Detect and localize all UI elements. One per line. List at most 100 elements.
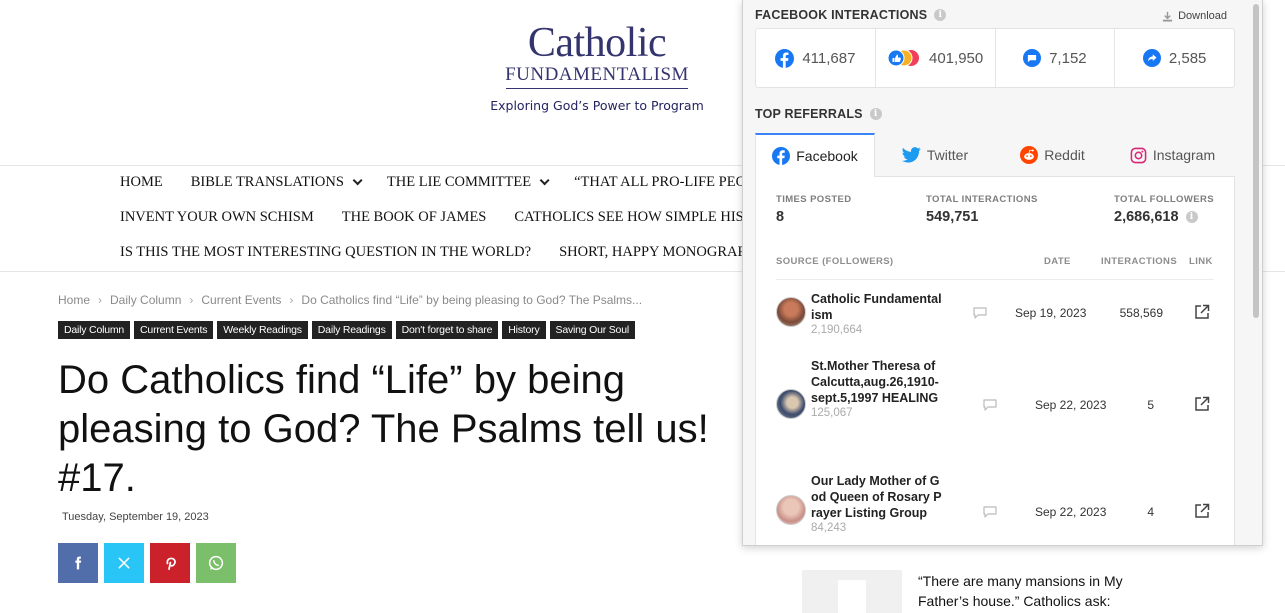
tab-facebook[interactable]: Facebook xyxy=(755,133,875,177)
nav-item-short-monograph[interactable]: SHORT, HAPPY MONOGRAP xyxy=(559,244,745,261)
tag-current-events[interactable]: Current Events xyxy=(134,321,214,339)
breadcrumb-daily-column[interactable]: Daily Column xyxy=(110,293,181,307)
comment-bubble-icon xyxy=(983,506,997,518)
nav-item-interesting-question[interactable]: IS THIS THE MOST INTERESTING QUESTION IN… xyxy=(120,244,531,261)
logo-rule xyxy=(506,88,688,89)
comment-icon xyxy=(1023,49,1042,67)
source-followers: 2,190,664 xyxy=(811,324,863,336)
avatar xyxy=(776,495,806,525)
nav-item-pro-life[interactable]: “THAT ALL PRO-LIFE PEO xyxy=(574,174,746,191)
tab-instagram[interactable]: Instagram xyxy=(1110,133,1235,177)
info-icon[interactable]: i xyxy=(934,9,947,21)
external-link-icon[interactable] xyxy=(1194,304,1210,320)
breadcrumb-separator: › xyxy=(289,293,294,307)
nav-item-label: INVENT YOUR OWN SCHISM xyxy=(120,209,314,225)
category-tags: Daily Column Current Events Weekly Readi… xyxy=(58,321,639,339)
nav-item-label: “THAT ALL PRO-LIFE PEO xyxy=(574,174,747,190)
source-name-text: St.Mother Theresa of Calcutta,aug.26,191… xyxy=(811,359,939,405)
instagram-icon xyxy=(1130,147,1147,163)
site-tagline: Exploring God’s Power to Program xyxy=(490,98,704,113)
reactions-count: 401,950 xyxy=(876,29,996,87)
nav-item-label: CATHOLICS SEE HOW SIMPLE HIST xyxy=(514,209,753,225)
tab-reddit[interactable]: Reddit xyxy=(995,133,1110,177)
source-followers: 84,243 xyxy=(811,522,847,534)
reddit-icon xyxy=(1020,146,1039,164)
stat-value: 549,751 xyxy=(926,209,979,225)
tag-weekly-readings[interactable]: Weekly Readings xyxy=(217,321,308,339)
tag-history[interactable]: History xyxy=(502,321,546,339)
tag-daily-column[interactable]: Daily Column xyxy=(58,321,131,339)
interaction-count: 5 xyxy=(1147,398,1154,412)
info-icon[interactable]: i xyxy=(1185,211,1198,223)
download-label: Download xyxy=(1178,10,1227,22)
tab-label: Twitter xyxy=(926,147,969,163)
source-name-text: Catholic Fundamentalism xyxy=(811,292,942,322)
nav-item-lie-committee[interactable]: THE LIE COMMITTEE xyxy=(386,174,550,191)
source-name[interactable]: St.Mother Theresa of Calcutta,aug.26,191… xyxy=(811,358,944,421)
nav-item-label: THE LIE COMMITTEE xyxy=(386,174,532,190)
nav-item-label: BIBLE TRANSLATIONS xyxy=(190,174,344,190)
article-title: Do Catholics find “Life” by being pleasi… xyxy=(58,358,709,500)
total-followers-value: 2,686,618 xyxy=(1114,209,1179,225)
site-logo[interactable]: Catholic FUNDAMENTALISM Exploring God’s … xyxy=(487,22,707,113)
facebook-interactions-heading: FACEBOOK INTERACTIONS i xyxy=(755,8,947,22)
main-nav-row-2: INVENT YOUR OWN SCHISM THE BOOK OF JAMES… xyxy=(120,209,781,226)
tag-saving-our-soul[interactable]: Saving Our Soul xyxy=(549,321,635,339)
breadcrumb: Home › Daily Column › Current Events › Do C… xyxy=(58,293,642,307)
nav-item-bible-translations[interactable]: BIBLE TRANSLATIONS xyxy=(190,174,363,191)
interaction-count: 4 xyxy=(1147,505,1154,519)
interactions-panel: FACEBOOK INTERACTIONS i Download 411,687… xyxy=(742,0,1263,546)
download-button[interactable]: Download xyxy=(1162,10,1227,22)
source-name[interactable]: Catholic Fundamentalism 2,190,664 xyxy=(811,291,944,338)
reactions-icon xyxy=(887,49,919,67)
count-value: 401,950 xyxy=(929,49,984,67)
tab-label: Facebook xyxy=(796,148,858,164)
tag-daily-readings[interactable]: Daily Readings xyxy=(311,321,392,339)
tab-twitter[interactable]: Twitter xyxy=(875,133,995,177)
source-name[interactable]: Our Lady Mother of God Queen of Rosary P… xyxy=(811,473,944,536)
stat-label: TOTAL INTERACTIONS xyxy=(926,194,1038,205)
sidebar-post-thumbnail[interactable] xyxy=(802,570,902,613)
column-header-interactions: INTERACTIONS xyxy=(1101,256,1178,267)
external-link-icon[interactable] xyxy=(1194,396,1210,412)
comment-bubble-icon xyxy=(973,307,987,319)
breadcrumb-current-events[interactable]: Current Events xyxy=(201,293,281,307)
nav-item-home[interactable]: HOME xyxy=(120,174,163,191)
chevron-down-icon xyxy=(352,175,363,186)
nav-item-invent-schism[interactable]: INVENT YOUR OWN SCHISM xyxy=(120,209,314,226)
nav-item-book-of-james[interactable]: THE BOOK OF JAMES xyxy=(342,209,487,226)
interaction-counts: 411,687 401,950 7,152 2,585 xyxy=(755,28,1235,88)
tag-dont-forget-to-share[interactable]: Don't forget to share xyxy=(395,321,499,339)
count-value: 7,152 xyxy=(1049,49,1087,67)
source-name-text: Our Lady Mother of God Queen of Rosary P… xyxy=(811,474,942,520)
column-header-source: SOURCE (FOLLOWERS) xyxy=(776,256,894,267)
share-facebook-button[interactable] xyxy=(58,543,98,583)
avatar xyxy=(776,297,806,327)
share-x-button[interactable] xyxy=(104,543,144,583)
breadcrumb-separator: › xyxy=(189,293,194,307)
stat-value: 2,686,618 i xyxy=(1114,209,1214,225)
comment-bubble-icon xyxy=(983,399,997,411)
info-icon[interactable]: i xyxy=(869,108,882,120)
logo-subtitle: FUNDAMENTALISM xyxy=(505,64,689,85)
share-buttons xyxy=(58,543,242,583)
referral-tabs: Facebook Twitter Reddit Instagram xyxy=(755,133,1235,177)
share-pinterest-button[interactable] xyxy=(150,543,190,583)
breadcrumb-current-page: Do Catholics find “Life” by being pleasi… xyxy=(301,293,643,307)
nav-item-catholics-see[interactable]: CATHOLICS SEE HOW SIMPLE HIST xyxy=(514,209,752,226)
breadcrumb-home[interactable]: Home xyxy=(58,293,90,307)
share-whatsapp-button[interactable] xyxy=(196,543,236,583)
stat-label: TOTAL FOLLOWERS xyxy=(1114,194,1214,205)
chevron-down-icon xyxy=(539,175,550,186)
panel-scrollbar[interactable] xyxy=(1253,4,1259,318)
tab-label: Instagram xyxy=(1152,147,1216,163)
main-nav-row-1: HOME BIBLE TRANSLATIONS THE LIE COMMITTE… xyxy=(120,174,774,191)
column-header-date: DATE xyxy=(1044,256,1071,267)
external-link-icon[interactable] xyxy=(1194,503,1210,519)
tab-label: Reddit xyxy=(1044,147,1085,163)
section-title: TOP REFERRALS xyxy=(755,107,863,121)
shares-count: 2,585 xyxy=(1115,29,1234,87)
sidebar-post-title[interactable]: “There are many mansions in My Father’s … xyxy=(918,571,1158,611)
pinterest-icon xyxy=(166,557,176,571)
facebook-icon xyxy=(775,48,795,68)
